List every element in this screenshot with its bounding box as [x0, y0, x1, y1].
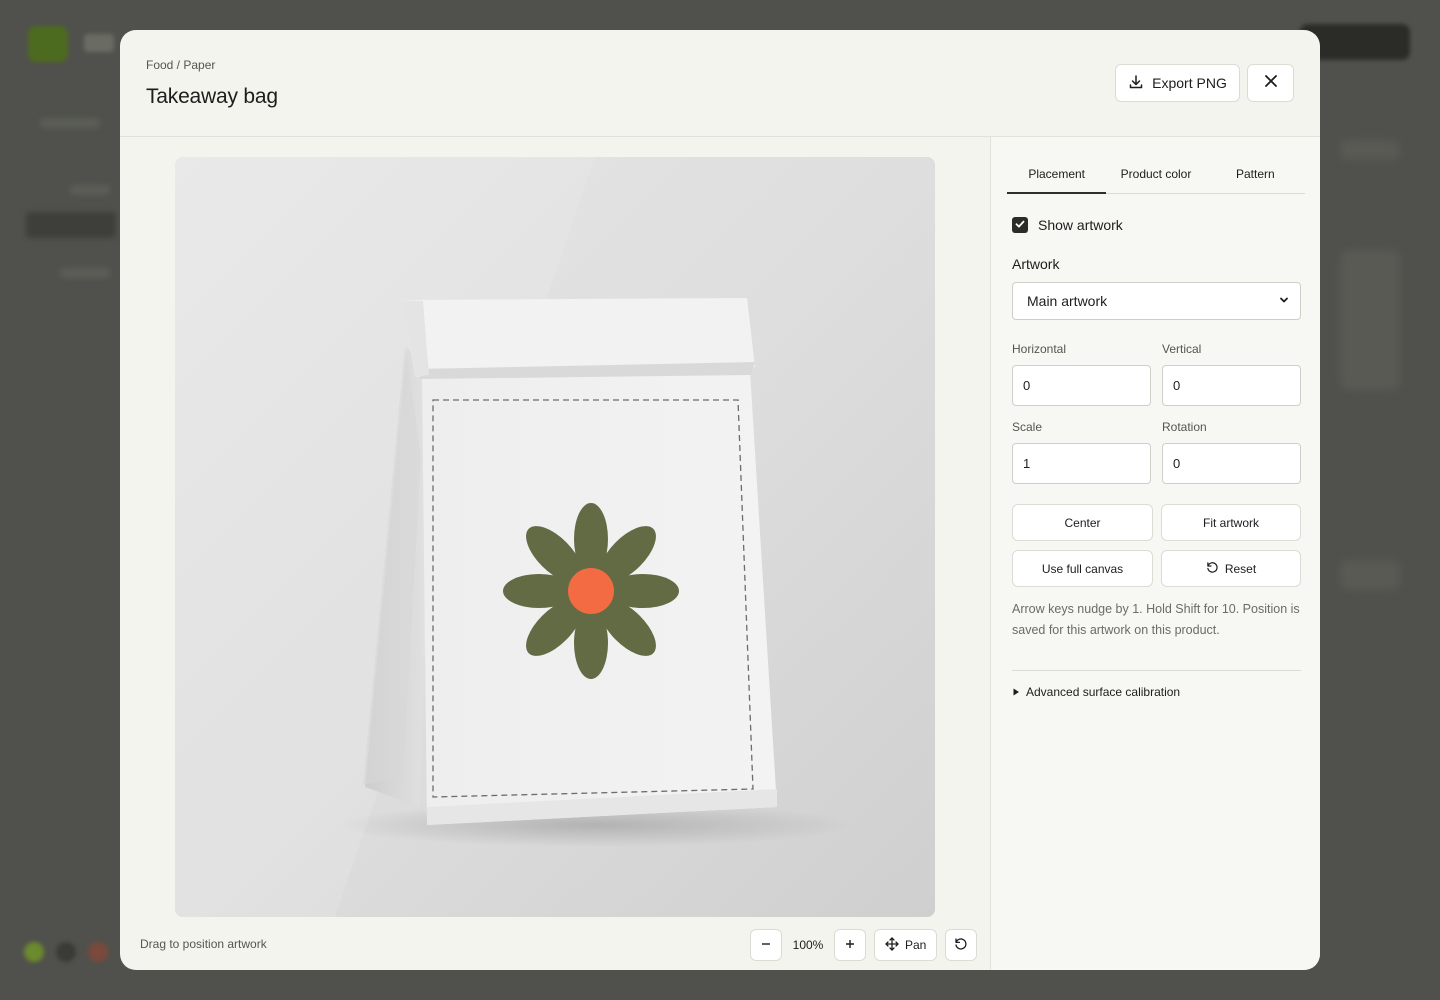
close-icon — [1264, 74, 1278, 93]
center-button-label: Center — [1064, 515, 1101, 530]
tab-pattern[interactable]: Pattern — [1206, 157, 1305, 193]
plus-icon — [844, 938, 856, 953]
divider — [1012, 670, 1301, 671]
show-artwork-row: Show artwork — [1012, 217, 1123, 233]
chevron-down-icon — [1278, 293, 1290, 309]
reset-view-button[interactable] — [945, 929, 978, 961]
panel-tabs: Placement Product color Pattern — [1007, 157, 1305, 194]
background-dot — [88, 942, 108, 962]
page-title: Takeaway bag — [146, 85, 278, 108]
tab-product-color[interactable]: Product color — [1106, 157, 1205, 193]
download-icon — [1128, 74, 1144, 93]
rotate-ccw-icon — [954, 937, 968, 954]
background-heading — [26, 212, 116, 238]
breadcrumb: Food / Paper — [146, 58, 216, 72]
mockup-preview-image — [175, 157, 935, 917]
artwork-select-value: Main artwork — [1027, 293, 1108, 309]
zoom-toolbar: 100% Pan — [750, 929, 978, 961]
rotation-label: Rotation — [1162, 420, 1207, 434]
mockup-preview-canvas[interactable] — [175, 157, 935, 917]
artwork-label: Artwork — [1012, 256, 1060, 272]
scale-input[interactable] — [1012, 443, 1151, 484]
flower-center — [568, 568, 614, 614]
reset-button[interactable]: Reset — [1161, 550, 1301, 587]
advanced-calibration-label: Advanced surface calibration — [1026, 685, 1181, 699]
background-logo — [28, 26, 68, 62]
canvas-hint: Drag to position artwork — [140, 937, 267, 951]
export-png-label: Export PNG — [1152, 75, 1227, 91]
background-logo-text — [84, 34, 114, 52]
triangle-right-icon — [1012, 685, 1020, 699]
background-text-line — [70, 185, 110, 195]
canvas-area: Drag to position artwork 100% Pan — [120, 137, 990, 970]
background-dot — [24, 942, 44, 962]
fit-artwork-button[interactable]: Fit artwork — [1161, 504, 1301, 541]
pan-button[interactable]: Pan — [874, 929, 938, 961]
check-icon — [1014, 217, 1026, 233]
show-artwork-label: Show artwork — [1038, 217, 1123, 233]
use-full-canvas-button[interactable]: Use full canvas — [1012, 550, 1153, 587]
minus-icon — [760, 938, 772, 953]
dialog-header: Food / Paper Takeaway bag Export PNG — [120, 30, 1320, 137]
horizontal-label: Horizontal — [1012, 342, 1067, 356]
zoom-level: 100% — [792, 938, 824, 952]
pan-label: Pan — [905, 938, 927, 952]
export-png-button[interactable]: Export PNG — [1115, 64, 1240, 102]
background-card — [1340, 140, 1400, 160]
background-card — [1340, 250, 1400, 390]
dialog-body: Drag to position artwork 100% Pan Placem… — [120, 137, 1320, 970]
background-text-line — [60, 268, 110, 278]
vertical-label: Vertical — [1162, 342, 1202, 356]
background-card — [1340, 560, 1400, 590]
reset-label: Reset — [1224, 561, 1257, 576]
help-text: Arrow keys nudge by 1. Hold Shift for 10… — [1012, 602, 1300, 637]
vertical-input[interactable] — [1162, 365, 1301, 406]
settings-panel: Placement Product color Pattern Show art… — [990, 137, 1320, 970]
move-icon — [885, 936, 899, 954]
zoom-in-button[interactable] — [834, 929, 866, 961]
background-dot — [56, 942, 76, 962]
zoom-out-button[interactable] — [750, 929, 782, 961]
artwork-select[interactable]: Main artwork — [1012, 282, 1301, 320]
rotate-ccw-icon — [1206, 561, 1219, 577]
close-button[interactable] — [1247, 64, 1294, 102]
fit-artwork-label: Fit artwork — [1202, 515, 1259, 530]
center-button[interactable]: Center — [1012, 504, 1153, 541]
artwork-flower — [503, 503, 679, 679]
rotation-input[interactable] — [1162, 443, 1301, 484]
scale-label: Scale — [1012, 420, 1043, 434]
use-full-canvas-label: Use full canvas — [1041, 561, 1124, 576]
background-text-line — [40, 118, 100, 128]
mockup-editor-dialog: Food / Paper Takeaway bag Export PNG Dra… — [120, 30, 1320, 970]
advanced-calibration-toggle[interactable]: Advanced surface calibration — [1012, 685, 1180, 699]
show-artwork-checkbox[interactable] — [1012, 217, 1028, 233]
tab-placement[interactable]: Placement — [1007, 157, 1107, 194]
horizontal-input[interactable] — [1012, 365, 1151, 406]
